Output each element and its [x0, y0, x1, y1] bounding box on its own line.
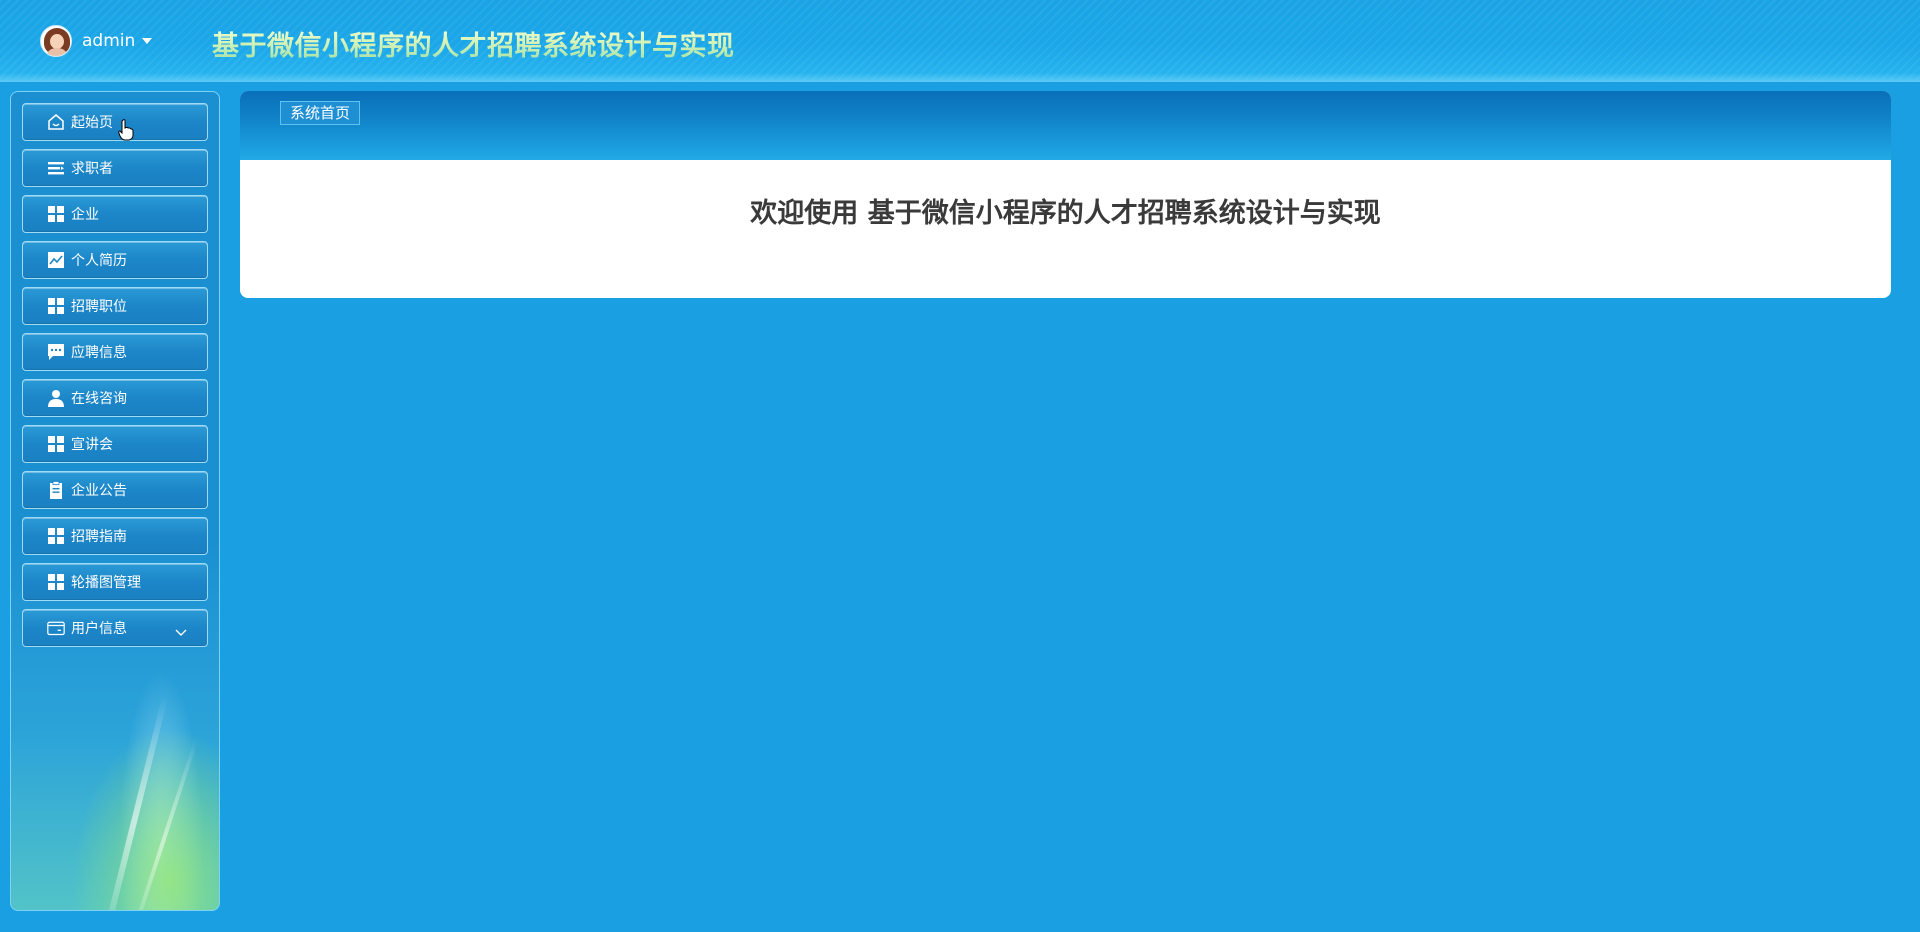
sidebar-item-label: 个人简历: [71, 253, 127, 269]
user-icon: [47, 389, 65, 407]
sidebar-item-seminar[interactable]: 宣讲会: [22, 425, 208, 463]
sidebar-item-label: 招聘职位: [71, 299, 127, 315]
sidebar-item-enterprise[interactable]: 企业: [22, 195, 208, 233]
user-name[interactable]: admin: [82, 31, 135, 51]
site-title: 基于微信小程序的人才招聘系统设计与实现: [212, 24, 735, 63]
grid-icon: [47, 527, 65, 545]
breadcrumb-home[interactable]: 系统首页: [280, 101, 361, 125]
chevron-down-icon[interactable]: [175, 622, 187, 641]
sidebar-item-announcements[interactable]: 企业公告: [22, 471, 208, 509]
user-menu[interactable]: admin: [40, 24, 153, 58]
sidebar-menu: 起始页 求职者 企业 个人简历 招聘职位 应聘信息 在线咨询 宣讲会 企业公告 …: [22, 103, 208, 655]
sidebar-item-label: 宣讲会: [71, 437, 113, 453]
grid-icon: [47, 297, 65, 315]
home-icon: [47, 113, 65, 131]
caret-down-icon[interactable]: [142, 38, 153, 44]
chart-icon: [47, 251, 65, 269]
sidebar-item-label: 应聘信息: [71, 345, 127, 361]
sidebar-item-label: 用户信息: [71, 621, 127, 637]
sidebar-item-label: 起始页: [71, 115, 113, 131]
grid-icon: [47, 573, 65, 591]
sidebar-item-user-info[interactable]: 用户信息: [22, 609, 208, 647]
sidebar-item-resume[interactable]: 个人简历: [22, 241, 208, 279]
sidebar-item-label: 招聘指南: [71, 529, 127, 545]
sidebar-item-label: 轮播图管理: [71, 575, 141, 591]
clipboard-icon: [47, 481, 65, 499]
grid-icon: [47, 205, 65, 223]
sidebar-item-home[interactable]: 起始页: [22, 103, 208, 141]
grid-icon: [47, 435, 65, 453]
list-icon: [47, 159, 65, 177]
panel-header: 系统首页: [240, 91, 1891, 160]
sidebar-item-job-positions[interactable]: 招聘职位: [22, 287, 208, 325]
main-panel: 系统首页 欢迎使用 基于微信小程序的人才招聘系统设计与实现: [240, 91, 1891, 298]
sidebar-item-label: 在线咨询: [71, 391, 127, 407]
sidebar-item-label: 求职者: [71, 161, 113, 177]
sidebar-item-online-consult[interactable]: 在线咨询: [22, 379, 208, 417]
top-header: admin 基于微信小程序的人才招聘系统设计与实现: [0, 0, 1920, 82]
sidebar-item-job-seekers[interactable]: 求职者: [22, 149, 208, 187]
sidebar-item-applications[interactable]: 应聘信息: [22, 333, 208, 371]
user-avatar[interactable]: [40, 25, 72, 57]
welcome-heading: 欢迎使用 基于微信小程序的人才招聘系统设计与实现: [750, 198, 1381, 229]
sidebar: 起始页 求职者 企业 个人简历 招聘职位 应聘信息 在线咨询 宣讲会 企业公告 …: [10, 91, 220, 911]
sidebar-item-label: 企业公告: [71, 483, 127, 499]
hand-cursor-icon: [118, 119, 134, 145]
sidebar-item-guide[interactable]: 招聘指南: [22, 517, 208, 555]
card-icon: [47, 619, 65, 637]
sidebar-item-label: 企业: [71, 207, 99, 223]
chat-icon: [47, 343, 65, 361]
sidebar-item-carousel[interactable]: 轮播图管理: [22, 563, 208, 601]
